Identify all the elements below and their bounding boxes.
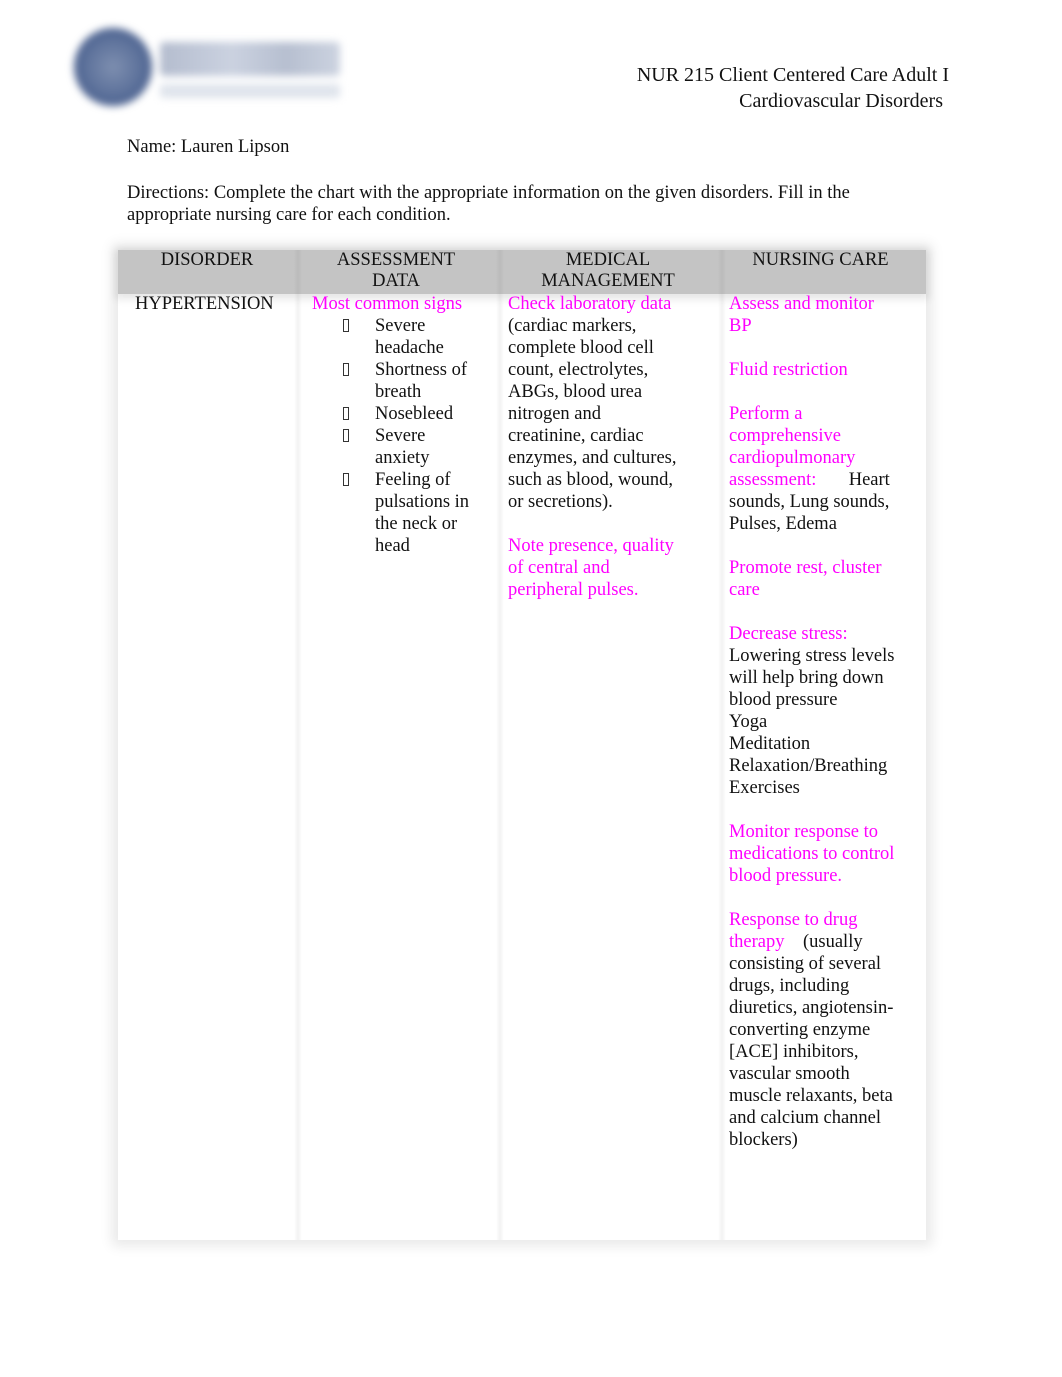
column-divider xyxy=(294,250,302,1240)
column-divider xyxy=(496,250,504,1240)
column-divider xyxy=(718,250,726,1240)
disorder-cell: HYPERTENSION xyxy=(135,294,274,314)
bullet-icon xyxy=(343,319,349,332)
disorders-table: DISORDER ASSESSMENT DATA MEDICAL MANAGEM… xyxy=(118,250,926,1240)
course-title: NUR 215 Client Centered Care Adult I xyxy=(636,64,949,86)
assessment-heading: Most common signs xyxy=(312,294,463,314)
medical-cell: Check laboratory data (cardiac markers, … xyxy=(508,293,683,601)
student-name: Name: Lauren Lipson xyxy=(127,137,290,157)
list-item: Nosebleed xyxy=(312,403,482,425)
column-header-disorder: DISORDER xyxy=(160,250,254,270)
pulses-note: Note presence, quality of central and pe… xyxy=(508,536,674,600)
directions-text: Directions: Complete the chart with the … xyxy=(127,183,850,225)
nursing-rest: Promote rest, cluster care xyxy=(729,558,882,600)
stress-item: Relaxation/Breathing Exercises xyxy=(729,756,888,798)
lab-heading: Check laboratory data xyxy=(508,294,672,314)
column-header-assessment: ASSESSMENT DATA xyxy=(301,250,491,292)
column-header-medical-line2: MANAGEMENT xyxy=(541,271,675,291)
stress-item: Yoga xyxy=(729,712,768,732)
column-header-nursing: NURSING CARE xyxy=(752,250,889,270)
list-item: Severe anxiety xyxy=(312,425,482,469)
nursing-stress-detail: Lowering stress levels will help bring d… xyxy=(729,646,895,710)
column-header-medical-line1: MEDICAL xyxy=(565,250,651,270)
list-item: Shortness of breath xyxy=(312,359,482,403)
nursing-meds: Monitor response to medications to contr… xyxy=(729,822,895,886)
list-item: Severe headache xyxy=(312,315,482,359)
nursing-drug-therapy: Response to drug therapy (usually consis… xyxy=(729,910,894,1150)
bullet-icon xyxy=(343,429,349,442)
college-logo xyxy=(68,22,348,114)
logo-wordmark xyxy=(160,42,340,76)
nursing-fluid: Fluid restriction xyxy=(729,360,848,380)
logo-tagline xyxy=(160,84,340,98)
list-item: Feeling of pulsations in the neck or hea… xyxy=(312,469,482,557)
nursing-stress-heading: Decrease stress: xyxy=(729,624,848,644)
bullet-icon xyxy=(343,363,349,376)
lab-detail: (cardiac markers, complete blood cell co… xyxy=(508,316,677,512)
bullet-icon xyxy=(343,407,349,420)
logo-seal-icon xyxy=(74,28,152,106)
nursing-bp: Assess and monitor BP xyxy=(729,294,874,336)
nursing-assessment: Perform a comprehensive cardiopulmonary … xyxy=(729,404,890,534)
document-header: NUR 215 Client Centered Care Adult I Car… xyxy=(637,62,949,114)
topic-title: Cardiovascular Disorders xyxy=(739,90,943,112)
nursing-cell: Assess and monitor BP Fluid restriction … xyxy=(729,293,895,1151)
column-header-medical: MEDICAL MANAGEMENT xyxy=(508,250,708,292)
column-header-assessment-line2: DATA xyxy=(372,271,420,291)
assessment-cell: Most common signs Severe headache Shortn… xyxy=(312,293,482,557)
column-header-assessment-line1: ASSESSMENT xyxy=(336,250,456,270)
stress-item: Meditation xyxy=(729,734,811,754)
bullet-icon xyxy=(343,473,349,486)
signs-list: Severe headache Shortness of breath Nose… xyxy=(312,315,482,557)
